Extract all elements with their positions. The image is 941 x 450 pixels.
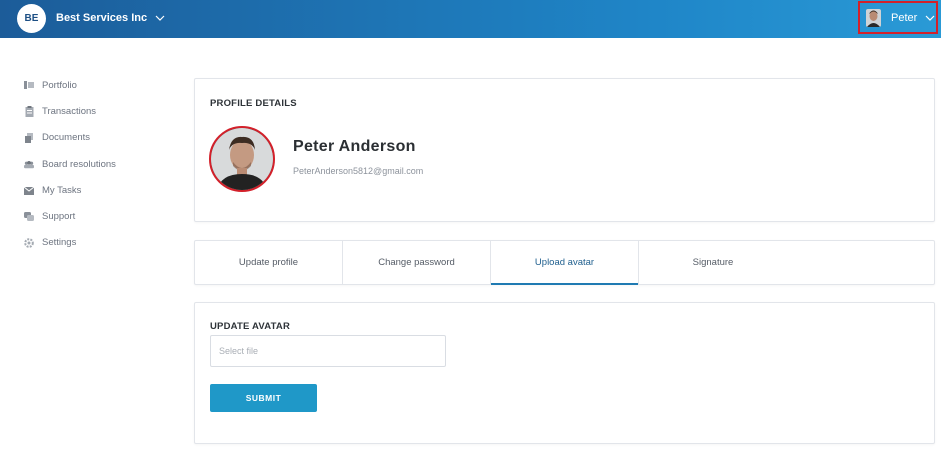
- profile-avatar: [209, 126, 275, 192]
- board-resolutions-icon: [24, 159, 34, 169]
- tasks-icon: [24, 185, 34, 195]
- update-avatar-card: UPDATE AVATAR SUBMIT: [194, 302, 935, 444]
- sidebar-item-board-resolutions[interactable]: Board resolutions: [24, 151, 174, 177]
- profile-email: PeterAnderson5812@gmail.com: [293, 166, 424, 176]
- sidebar-item-settings[interactable]: Settings: [24, 230, 174, 256]
- settings-icon: [24, 238, 34, 248]
- tab-signature[interactable]: Signature: [639, 241, 787, 284]
- support-icon: [24, 211, 34, 222]
- sidebar: Portfolio Transactions Documents Board r…: [24, 72, 174, 256]
- tab-upload-avatar[interactable]: Upload avatar: [491, 241, 639, 285]
- profile-full-name: Peter Anderson: [293, 138, 416, 155]
- company-badge: BE: [17, 3, 46, 33]
- company-name: Best Services Inc: [56, 12, 148, 24]
- chevron-down-icon: [155, 15, 165, 21]
- top-navigation-bar: BE Best Services Inc Peter: [0, 0, 941, 38]
- portfolio-icon: [24, 80, 34, 90]
- sidebar-item-portfolio[interactable]: Portfolio: [24, 72, 174, 98]
- user-avatar-small: [866, 8, 881, 27]
- sidebar-item-support[interactable]: Support: [24, 203, 174, 229]
- chevron-down-icon: [925, 15, 935, 21]
- transactions-icon: [24, 105, 34, 117]
- profile-details-title: PROFILE DETAILS: [210, 98, 297, 109]
- documents-icon: [24, 132, 34, 143]
- tab-change-password[interactable]: Change password: [343, 241, 491, 284]
- user-menu[interactable]: Peter: [858, 1, 938, 34]
- profile-details-card: PROFILE DETAILS Peter Anderson PeterAnde…: [194, 78, 935, 222]
- sidebar-item-my-tasks[interactable]: My Tasks: [24, 177, 174, 203]
- sidebar-item-documents[interactable]: Documents: [24, 125, 174, 151]
- user-name: Peter: [891, 11, 918, 24]
- profile-tabs: Update profile Change password Upload av…: [194, 240, 935, 285]
- update-avatar-title: UPDATE AVATAR: [210, 321, 291, 332]
- tab-update-profile[interactable]: Update profile: [195, 241, 343, 284]
- company-switcher[interactable]: BE Best Services Inc: [17, 3, 165, 33]
- submit-button[interactable]: SUBMIT: [210, 384, 317, 412]
- sidebar-item-transactions[interactable]: Transactions: [24, 98, 174, 124]
- select-file-input[interactable]: [210, 335, 446, 367]
